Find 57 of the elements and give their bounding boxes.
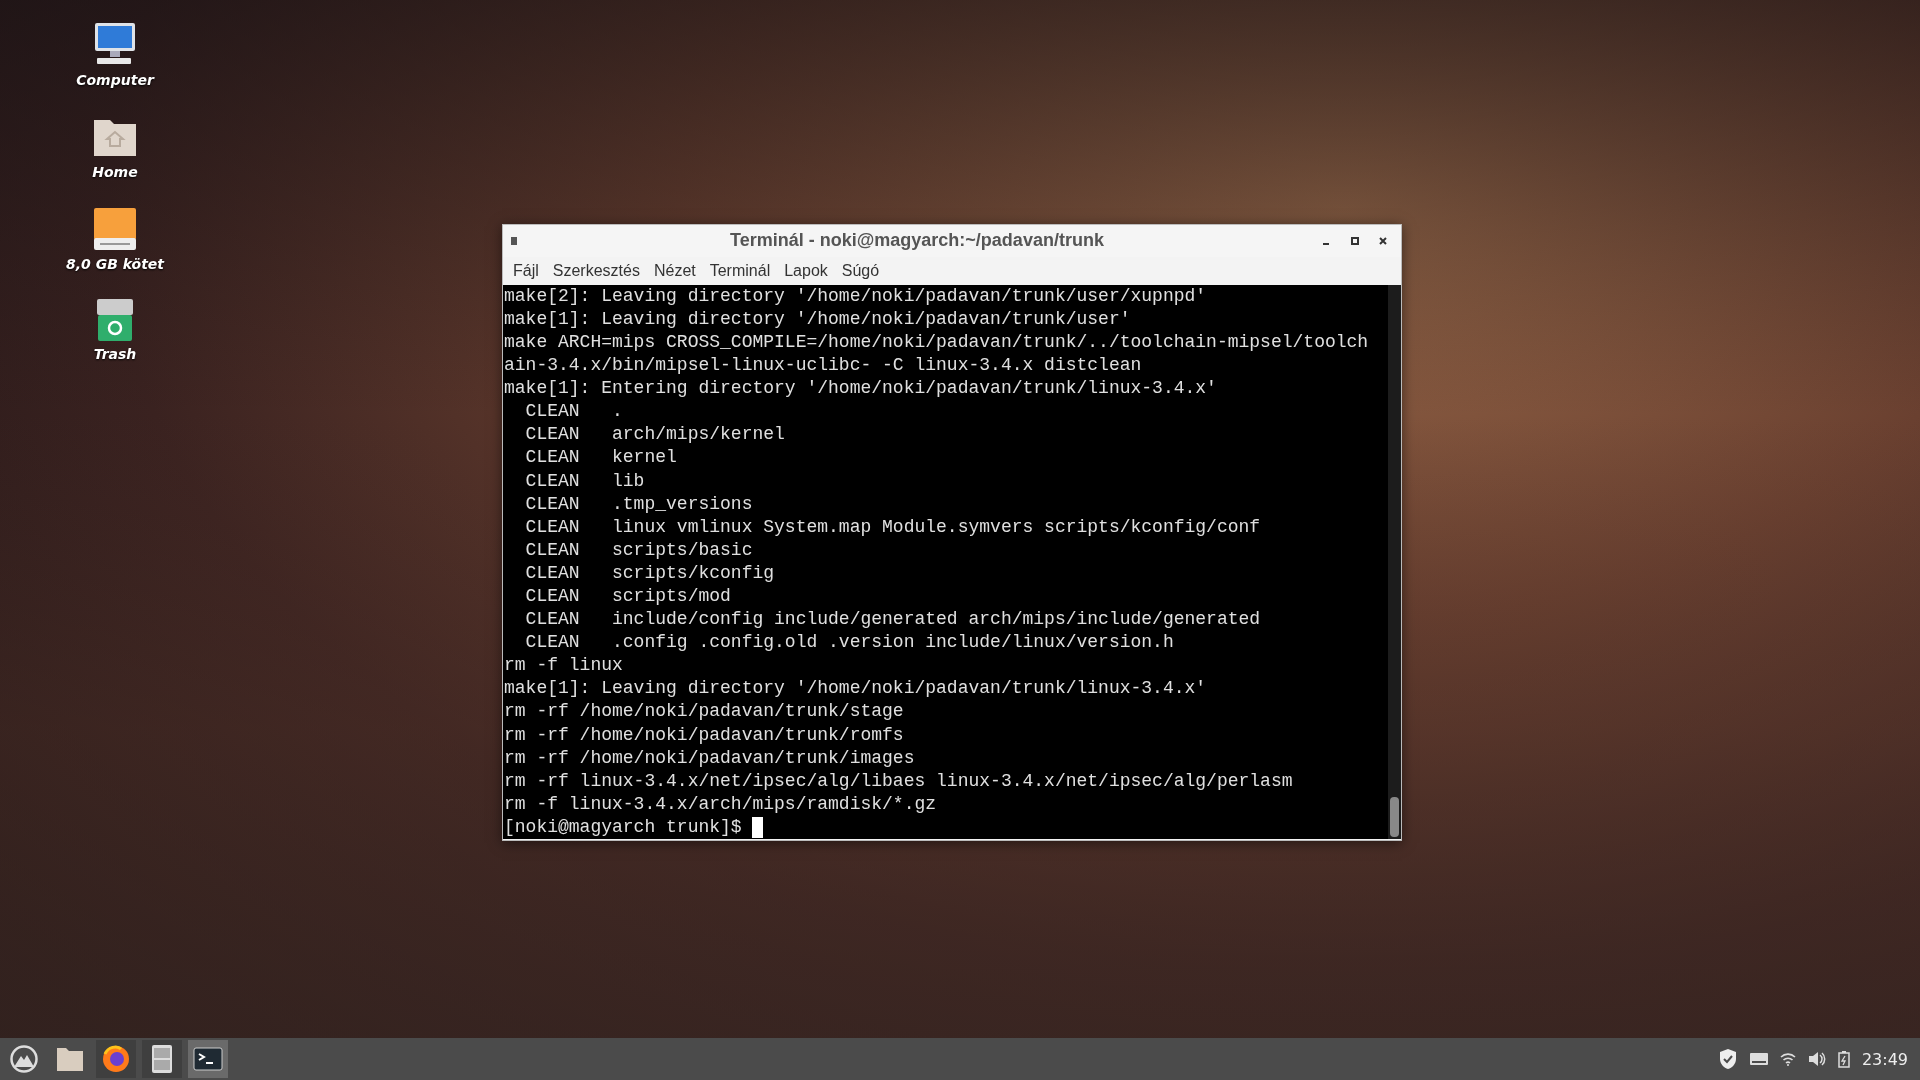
- terminal-line: ain-3.4.x/bin/mipsel-linux-uclibc- -C linux-3.4.x distclean: [504, 354, 1143, 378]
- terminal-line: rm -f linux: [504, 654, 624, 678]
- wifi-icon[interactable]: [1779, 1052, 1796, 1066]
- volume-icon[interactable]: [1807, 1051, 1826, 1067]
- file-cabinet-icon: [151, 1044, 173, 1074]
- battery-icon[interactable]: [1837, 1050, 1850, 1068]
- terminal-line: rm -rf linux-3.4.x/net/ipsec/alg/libaes linux-3.4.x/net/ipsec/alg/perlasm: [504, 769, 1294, 793]
- terminal-line: make ARCH=mips CROSS_COMPILE=/home/noki/padavan/trunk/../toolchain-mipsel/toolch: [504, 330, 1370, 354]
- close-icon[interactable]: [1379, 236, 1387, 245]
- terminal-line: CLEAN arch/mips/kernel: [524, 423, 786, 447]
- menu-item[interactable]: Nézet: [647, 259, 702, 282]
- menu-item[interactable]: Lapok: [778, 259, 834, 282]
- terminal-icon: [193, 1047, 223, 1071]
- text-cursor: [752, 816, 764, 838]
- shell-prompt: [noki@magyarch trunk]$: [504, 815, 743, 839]
- drive-icon: [92, 206, 138, 252]
- clock[interactable]: 23:49: [1861, 1049, 1908, 1069]
- terminal-line: CLEAN .tmp_versions: [524, 492, 754, 516]
- terminal-line: make[2]: Leaving directory '/home/noki/padavan/trunk/user/xupnpd': [504, 284, 1208, 308]
- terminal-line: CLEAN scripts/kconfig: [524, 561, 776, 585]
- terminal-line: CLEAN scripts/basic: [524, 538, 754, 562]
- terminal-line: make[1]: Entering directory '/home/noki/padavan/trunk/linux-3.4.x': [504, 377, 1218, 401]
- desktop-icon-label[interactable]: Trash: [93, 346, 137, 362]
- terminal-line: CLEAN .config .config.old .version include/linux/version.h: [524, 631, 1175, 655]
- desktop-icon-label[interactable]: Home: [92, 164, 138, 180]
- terminal-line: rm -rf /home/noki/padavan/trunk/images: [504, 746, 916, 770]
- scrollbar-thumb[interactable]: [1390, 797, 1399, 837]
- terminal-line: CLEAN linux vmlinux System.map Module.symvers scripts/kconfig/conf: [524, 515, 1262, 539]
- terminal-line: CLEAN kernel: [524, 446, 678, 470]
- terminal-line: rm -rf /home/noki/padavan/trunk/stage: [504, 700, 905, 724]
- browser-icon: [101, 1044, 131, 1074]
- terminal-line: make[1]: Leaving directory '/home/noki/padavan/trunk/user': [504, 307, 1132, 331]
- terminal-line: CLEAN .: [524, 400, 624, 424]
- menu-item[interactable]: Súgó: [835, 259, 886, 282]
- menu-item[interactable]: Fájl: [507, 259, 545, 282]
- taskbar-app-button[interactable]: [142, 1040, 182, 1078]
- taskbar-app-button[interactable]: [96, 1040, 136, 1078]
- terminal-line: rm -rf /home/noki/padavan/trunk/romfs: [504, 723, 905, 747]
- keyboard-icon[interactable]: [1749, 1053, 1768, 1065]
- taskbar-app-button[interactable]: [188, 1040, 228, 1078]
- terminal-line: CLEAN lib: [524, 469, 646, 493]
- terminal-line: rm -f linux-3.4.x/arch/mips/ramdisk/*.gz: [504, 792, 938, 816]
- menu-item[interactable]: Terminál: [703, 259, 777, 282]
- mountain-logo-icon: [10, 1045, 38, 1073]
- window-menu-icon[interactable]: [511, 236, 517, 245]
- window-title: Terminál - noki@magyarch:~/padavan/trunk: [729, 230, 1105, 252]
- terminal-line: CLEAN scripts/mod: [524, 584, 732, 608]
- maximize-icon[interactable]: [1351, 236, 1359, 245]
- shield-icon[interactable]: [1717, 1048, 1738, 1070]
- menu-item[interactable]: Szerkesztés: [546, 259, 646, 282]
- desktop-icon-label[interactable]: 8,0 GB kötet: [66, 256, 164, 272]
- trash-icon: [96, 298, 134, 342]
- scrollbar[interactable]: [1388, 284, 1401, 839]
- folder-icon: [56, 1046, 84, 1072]
- terminal-line: make[1]: Leaving directory '/home/noki/padavan/trunk/linux-3.4.x': [504, 677, 1208, 701]
- terminal-line: CLEAN include/config include/generated arch/mips/include/generated: [524, 608, 1262, 632]
- desktop-icon-label[interactable]: Computer: [76, 72, 154, 88]
